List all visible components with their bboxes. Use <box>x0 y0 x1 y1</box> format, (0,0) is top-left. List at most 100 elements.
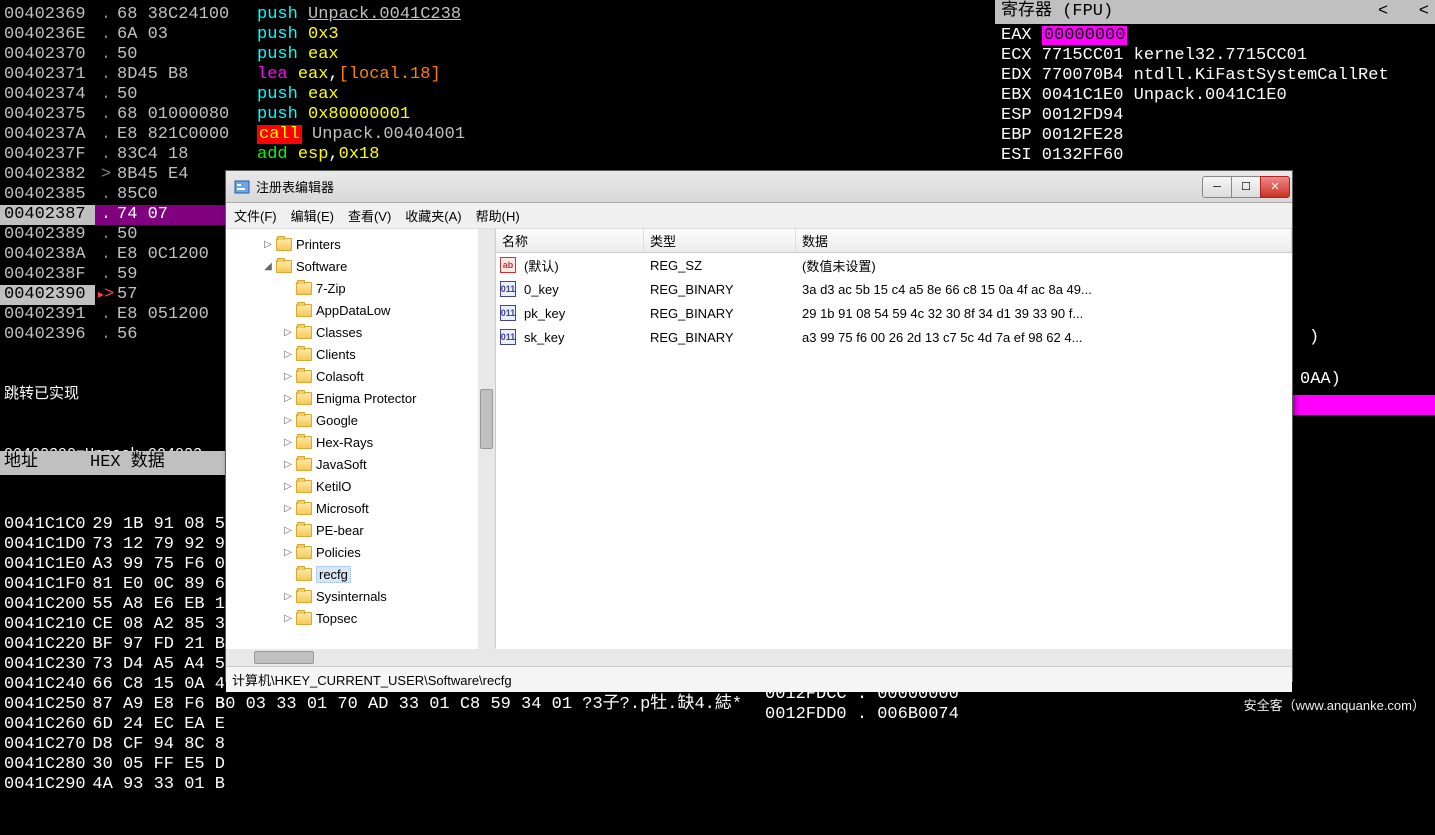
registers-title: 寄存器 (FPU) <box>1001 2 1113 22</box>
folder-icon <box>296 326 312 339</box>
disasm-row[interactable]: 0040236E.6A 03push 0x3 <box>0 25 660 45</box>
folder-icon <box>296 590 312 603</box>
dump-addr-header: 地址 <box>0 453 90 473</box>
tree-item[interactable]: ▷Sysinternals <box>226 585 495 607</box>
registry-values[interactable]: 名称 类型 数据 ab(默认)REG_SZ(数值未设置)0110_keyREG_… <box>496 229 1292 649</box>
close-button[interactable]: ✕ <box>1260 176 1290 198</box>
register-row[interactable]: ECX 7715CC01 kernel32.7715CC01 <box>1001 46 1435 66</box>
tree-item[interactable]: 7-Zip <box>226 277 495 299</box>
tree-item[interactable]: ▷Enigma Protector <box>226 387 495 409</box>
tree-item[interactable]: ▷Microsoft <box>226 497 495 519</box>
folder-icon <box>296 282 312 295</box>
dump-row[interactable]: 0041C270D8 CF 94 8C 8 <box>0 735 225 755</box>
register-row[interactable]: EDX 770070B4 ntdll.KiFastSystemCallRet <box>1001 66 1435 86</box>
disasm-row[interactable]: 00402375.68 01000080push 0x80000001 <box>0 105 660 125</box>
folder-icon <box>296 304 312 317</box>
binary-icon: 011 <box>500 281 516 297</box>
registry-tree[interactable]: ▷Printers◢Software7-ZipAppDataLow▷Classe… <box>226 229 496 649</box>
highlighted-return <box>1293 395 1435 415</box>
minimize-button[interactable]: ─ <box>1202 176 1232 198</box>
stack-row[interactable]: 0012FDD0 . 006B0074 <box>765 705 959 725</box>
tree-item[interactable]: ◢Software <box>226 255 495 277</box>
dump-row[interactable]: 0041C2904A 93 33 01 B <box>0 775 225 795</box>
tree-item[interactable]: AppDataLow <box>226 299 495 321</box>
hex-dump-panel: 地址 HEX 数据 0041C1C029 1B 91 08 50041C1D07… <box>0 411 225 835</box>
dump-row[interactable]: 0041C23073 D4 A5 A4 5 <box>0 655 225 675</box>
dump-hex-header: HEX 数据 <box>90 453 165 473</box>
dump-row[interactable]: 0041C210CE 08 A2 85 3 <box>0 615 225 635</box>
folder-icon <box>296 370 312 383</box>
folder-icon <box>296 612 312 625</box>
window-title: 注册表编辑器 <box>256 177 1203 196</box>
tree-item[interactable]: ▷Clients <box>226 343 495 365</box>
tree-item[interactable]: ▷Hex-Rays <box>226 431 495 453</box>
dump-row[interactable]: 0041C1C029 1B 91 08 5 <box>0 515 225 535</box>
register-row[interactable]: EAX 00000000 <box>1001 26 1435 46</box>
col-data[interactable]: 数据 <box>796 229 1292 252</box>
value-row[interactable]: ab(默认)REG_SZ(数值未设置) <box>496 253 1292 277</box>
folder-icon <box>276 260 292 273</box>
dump-row[interactable]: 0041C28030 05 FF E5 D <box>0 755 225 775</box>
register-row[interactable]: ESI 0132FF60 <box>1001 146 1435 166</box>
registers-panel: 寄存器 (FPU) < < EAX 00000000ECX 7715CC01 k… <box>995 0 1435 168</box>
folder-icon <box>296 480 312 493</box>
tree-scrollbar[interactable] <box>478 229 495 649</box>
stack-frag-2: 0AA) <box>1300 370 1341 390</box>
disasm-row[interactable]: 00402370.50push eax <box>0 45 660 65</box>
tree-item[interactable]: ▷Classes <box>226 321 495 343</box>
dump-row[interactable]: 0041C2606D 24 EC EA E <box>0 715 225 735</box>
menu-item[interactable]: 文件(F) <box>234 209 277 224</box>
folder-icon <box>296 348 312 361</box>
folder-icon <box>296 414 312 427</box>
menu-item[interactable]: 收藏夹(A) <box>405 209 461 224</box>
register-row[interactable]: EBP 0012FE28 <box>1001 126 1435 146</box>
disasm-row[interactable]: 00402371.8D45 B8lea eax,[local.18] <box>0 65 660 85</box>
disasm-row[interactable]: 00402374.50push eax <box>0 85 660 105</box>
menubar: 文件(F) 编辑(E) 查看(V) 收藏夹(A) 帮助(H) <box>226 203 1292 229</box>
statusbar: 计算机\HKEY_CURRENT_USER\Software\recfg <box>226 666 1292 692</box>
regedit-window: 注册表编辑器 ─ ☐ ✕ 文件(F)编辑(E)查看(V)收藏夹(A)帮助(H) … <box>225 170 1293 682</box>
regedit-icon <box>234 179 250 195</box>
value-row[interactable]: 011pk_keyREG_BINARY29 1b 91 08 54 59 4c … <box>496 301 1292 325</box>
tree-item[interactable]: ▷JavaSoft <box>226 453 495 475</box>
register-row[interactable]: ESP 0012FD94 <box>1001 106 1435 126</box>
tree-item[interactable]: ▷Google <box>226 409 495 431</box>
folder-icon <box>296 546 312 559</box>
value-row[interactable]: 0110_keyREG_BINARY3a d3 ac 5b 15 c4 a5 8… <box>496 277 1292 301</box>
binary-icon: 011 <box>500 329 516 345</box>
folder-icon <box>276 238 292 251</box>
dump-row[interactable]: 0041C24066 C8 15 0A 4 <box>0 675 225 695</box>
folder-icon <box>296 524 312 537</box>
tree-item[interactable]: ▷Printers <box>226 233 495 255</box>
disasm-row[interactable]: 00402369.68 38C24100push Unpack.0041C238 <box>0 5 660 25</box>
disasm-row[interactable]: 0040237A.E8 821C0000call Unpack.00404001 <box>0 125 660 145</box>
tree-item[interactable]: ▷PE-bear <box>226 519 495 541</box>
disasm-row[interactable]: 0040237F.83C4 18add esp,0x18 <box>0 145 660 165</box>
dump-row[interactable]: 0041C1E0A3 99 75 F6 0 <box>0 555 225 575</box>
register-row[interactable]: EBX 0041C1E0 Unpack.0041C1E0 <box>1001 86 1435 106</box>
dump-row[interactable]: 0041C1D073 12 79 92 9 <box>0 535 225 555</box>
dump-row[interactable]: 0041C25087 A9 E8 F6 3 <box>0 695 225 715</box>
dump-row[interactable]: 0041C220BF 97 FD 21 B <box>0 635 225 655</box>
value-row[interactable]: 011sk_keyREG_BINARYa3 99 75 f6 00 26 2d … <box>496 325 1292 349</box>
maximize-button[interactable]: ☐ <box>1231 176 1261 198</box>
tree-item[interactable]: ▷Policies <box>226 541 495 563</box>
binary-icon: 011 <box>500 305 516 321</box>
folder-icon <box>296 458 312 471</box>
dump-row[interactable]: 0041C20055 A8 E6 EB 1 <box>0 595 225 615</box>
menu-item[interactable]: 查看(V) <box>348 209 391 224</box>
col-name[interactable]: 名称 <box>496 229 644 252</box>
col-type[interactable]: 类型 <box>644 229 796 252</box>
tree-item[interactable]: recfg <box>226 563 495 585</box>
menu-item[interactable]: 编辑(E) <box>291 209 334 224</box>
tree-item[interactable]: ▷KetilO <box>226 475 495 497</box>
titlebar[interactable]: 注册表编辑器 ─ ☐ ✕ <box>226 171 1292 203</box>
folder-icon <box>296 502 312 515</box>
registers-nav[interactable]: < < <box>1378 2 1429 22</box>
tree-item[interactable]: ▷Colasoft <box>226 365 495 387</box>
watermark: 安全客（www.anquanke.com） <box>1244 695 1425 714</box>
menu-item[interactable]: 帮助(H) <box>476 209 520 224</box>
tree-item[interactable]: ▷Topsec <box>226 607 495 629</box>
dump-row[interactable]: 0041C1F081 E0 0C 89 6 <box>0 575 225 595</box>
tree-hscroll[interactable] <box>226 649 1292 666</box>
